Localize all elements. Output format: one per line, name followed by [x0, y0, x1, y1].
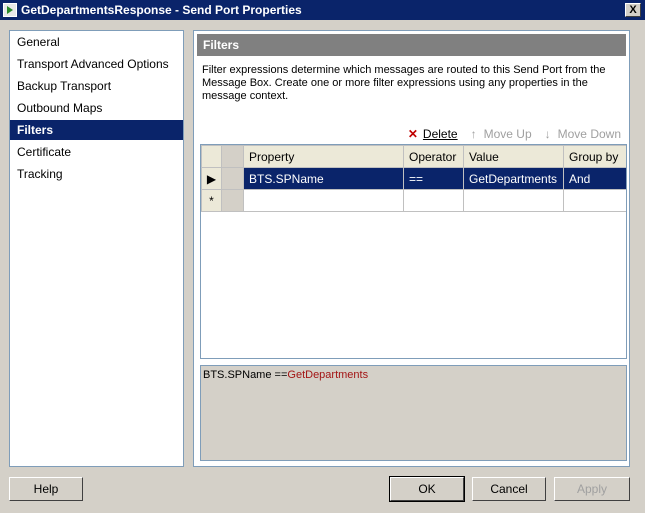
ok-button[interactable]: OK [389, 476, 465, 502]
sidebar: General Transport Advanced Options Backu… [9, 30, 184, 467]
filter-grid: Property Operator Value Group by ▶ BTS.S… [200, 144, 627, 359]
arrow-up-icon: ↑ [470, 127, 477, 141]
cell-value[interactable]: GetDepartments [463, 167, 564, 190]
column-header-group-by[interactable]: Group by [563, 145, 626, 168]
row-selector[interactable] [221, 189, 244, 212]
move-up-button[interactable]: ↑ Move Up [468, 127, 532, 141]
sidebar-item-outbound-maps[interactable]: Outbound Maps [10, 98, 183, 118]
cell-property[interactable]: BTS.SPName [243, 167, 404, 190]
grid-selector-header [221, 145, 244, 168]
move-down-label: Move Down [557, 127, 621, 141]
new-cell-group-by[interactable] [563, 189, 626, 212]
sidebar-item-filters[interactable]: Filters [10, 120, 183, 140]
filters-panel: Filters Filter expressions determine whi… [193, 30, 630, 467]
column-header-value[interactable]: Value [463, 145, 564, 168]
arrow-down-icon: ↓ [544, 127, 551, 141]
new-cell-property[interactable] [243, 189, 404, 212]
grid-corner [201, 145, 222, 168]
current-row-indicator-icon: ▶ [201, 167, 222, 190]
expression-property: BTS.SPName [203, 369, 272, 381]
sidebar-item-tracking[interactable]: Tracking [10, 164, 183, 184]
move-down-button[interactable]: ↓ Move Down [542, 127, 621, 141]
new-cell-operator[interactable] [403, 189, 464, 212]
expression-preview: BTS.SPName ==GetDepartments [200, 365, 627, 461]
cancel-button[interactable]: Cancel [472, 477, 546, 501]
delete-button[interactable]: ✕ Delete [407, 127, 458, 141]
new-row-indicator-icon: * [201, 189, 222, 212]
apply-button[interactable]: Apply [554, 477, 630, 501]
sidebar-item-backup-transport[interactable]: Backup Transport [10, 76, 183, 96]
cell-operator[interactable]: == [403, 167, 464, 190]
new-row[interactable]: * [201, 189, 626, 212]
section-title: Filters [197, 34, 626, 56]
cell-group-by[interactable]: And [563, 167, 626, 190]
title-bar: GetDepartmentsResponse - Send Port Prope… [0, 0, 645, 20]
panel-description: Filter expressions determine which messa… [202, 64, 606, 102]
expression-operator: == [274, 369, 288, 381]
sidebar-item-general[interactable]: General [10, 32, 183, 52]
column-header-operator[interactable]: Operator [403, 145, 464, 168]
column-header-property[interactable]: Property [243, 145, 404, 168]
move-up-label: Move Up [483, 127, 532, 141]
delete-icon: ✕ [407, 127, 418, 141]
grid-toolbar: ✕ Delete ↑ Move Up ↓ Move Down [407, 125, 621, 143]
send-port-icon [3, 3, 17, 17]
new-cell-value[interactable] [463, 189, 564, 212]
delete-label: Delete [422, 127, 458, 141]
sidebar-item-transport-advanced-options[interactable]: Transport Advanced Options [10, 54, 183, 74]
row-selector[interactable] [221, 167, 244, 190]
help-button[interactable]: Help [9, 477, 83, 501]
close-button[interactable]: X [625, 3, 641, 17]
sidebar-item-certificate[interactable]: Certificate [10, 142, 183, 162]
table-row[interactable]: ▶ BTS.SPName == GetDepartments And [201, 167, 626, 190]
expression-value: GetDepartments [287, 369, 369, 381]
window-title: GetDepartmentsResponse - Send Port Prope… [21, 3, 302, 17]
